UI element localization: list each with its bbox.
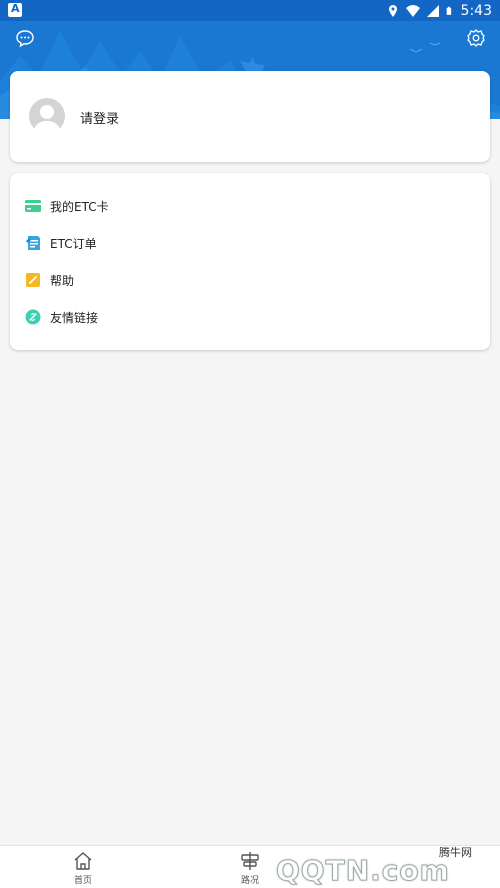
- menu-item-label: 帮助: [50, 273, 75, 288]
- menu-item-label: 友情链接: [50, 310, 99, 325]
- menu-item-friend-links[interactable]: 友情链接: [10, 299, 490, 335]
- menu-item-etc-order[interactable]: ETC订单: [10, 225, 490, 261]
- home-icon: [74, 852, 92, 870]
- avatar-icon: [33, 105, 61, 134]
- status-icons: 5:43: [386, 1, 492, 20]
- watermark: 腾牛网 QQTN.com: [276, 838, 486, 888]
- notification-icon: A: [8, 2, 22, 17]
- card-icon: [25, 200, 41, 212]
- menu-card: 我的ETC卡 ETC订单 帮助 友情链接: [10, 173, 490, 350]
- watermark-main-text: QQTN.com: [276, 854, 450, 888]
- wifi-icon: [405, 4, 420, 17]
- link-icon: [25, 309, 41, 325]
- tab-home[interactable]: 首页: [43, 846, 123, 888]
- profile-card[interactable]: 请登录: [10, 71, 490, 162]
- menu-item-label: ETC订单: [50, 236, 97, 251]
- menu-item-help[interactable]: 帮助: [10, 262, 490, 298]
- message-icon[interactable]: [15, 28, 35, 48]
- menu-item-etc-card[interactable]: 我的ETC卡: [10, 188, 490, 224]
- signal-icon: [426, 4, 439, 17]
- tab-label: 首页: [73, 876, 92, 886]
- avatar[interactable]: [29, 98, 65, 134]
- clock: 5:43: [460, 2, 492, 19]
- login-prompt[interactable]: 请登录: [80, 108, 119, 127]
- gear-icon[interactable]: [466, 28, 486, 48]
- order-icon: [26, 236, 40, 250]
- road-sign-icon: [241, 852, 259, 870]
- status-bar: A 5:43: [0, 0, 500, 21]
- help-icon: [26, 273, 40, 287]
- menu-item-label: 我的ETC卡: [50, 199, 109, 214]
- battery-icon: [446, 6, 451, 15]
- location-icon: [388, 4, 397, 17]
